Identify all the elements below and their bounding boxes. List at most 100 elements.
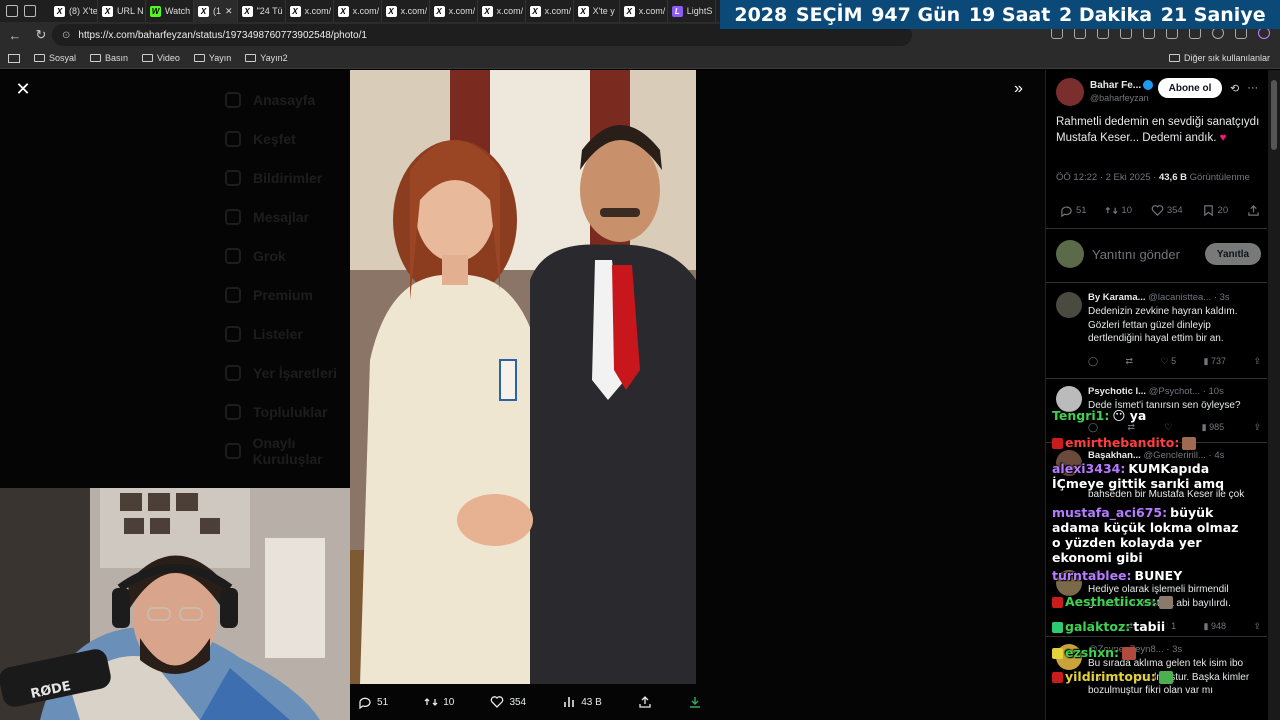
repost-icon[interactable]: ⇄ xyxy=(1127,422,1135,433)
browser-tab[interactable]: W Watch xyxy=(146,0,194,22)
chat-message: alexi3434: KUMKapıda İÇmeye gittik sarıki… xyxy=(1052,461,1250,491)
subscribe-button[interactable]: Abone ol xyxy=(1158,78,1222,98)
more-options-icon[interactable]: ··· xyxy=(1247,82,1258,95)
reply-submit-button[interactable]: Yanıtla xyxy=(1205,243,1261,265)
browser-tab[interactable]: Xx.com/ xyxy=(620,0,668,22)
author-handle[interactable]: @baharfeyzan xyxy=(1090,92,1153,104)
other-bookmarks[interactable]: Diğer sık kullanılanlar xyxy=(1168,53,1270,63)
browser-tab[interactable]: Xx.com/ xyxy=(430,0,478,22)
reply-icon[interactable]: ◯ xyxy=(1088,422,1098,433)
bookmark-folder[interactable]: Basın xyxy=(90,53,128,63)
bookmark-label: Video xyxy=(157,53,180,63)
tweet-timestamp[interactable]: ÖÖ 12:22 · 2 Eki 2025 · xyxy=(1056,172,1159,183)
workspaces-icon[interactable] xyxy=(6,5,18,17)
tweet-photo[interactable] xyxy=(350,70,696,684)
browser-tab[interactable]: Xx.com/ xyxy=(334,0,382,22)
tab-title: x.com/ xyxy=(638,6,666,16)
bookmark-folder[interactable]: Sosyal xyxy=(34,53,76,63)
photo-image xyxy=(350,70,696,684)
bookmark-folder[interactable]: Yayın xyxy=(193,53,231,63)
tweet-author[interactable]: Bahar Fe... @baharfeyzan xyxy=(1056,78,1154,106)
folder-icon xyxy=(142,54,154,62)
reply-icon xyxy=(1061,206,1072,217)
view-count: 43 B xyxy=(581,696,602,708)
like-button[interactable]: ♡ 5 xyxy=(1161,356,1177,367)
reply-actions: ◯ ⇄ ♡ ▮ 985 ⇪ xyxy=(1088,422,1261,433)
chat-username: Tengri1: xyxy=(1052,408,1110,423)
browser-tab[interactable]: Xx.com/ xyxy=(478,0,526,22)
folder-icon xyxy=(1168,54,1180,62)
bookmark-folder[interactable]: Yayın2 xyxy=(245,53,288,63)
browser-tab[interactable]: X (8) X'te xyxy=(50,0,98,22)
tab-title: URL N xyxy=(117,6,144,16)
repost-button[interactable]: 10 xyxy=(424,695,454,709)
chat-message: mustafa_aci675: büyük adama küçük lokma o… xyxy=(1052,505,1250,565)
like-button[interactable]: 354 xyxy=(1151,204,1183,217)
tab-title: (8) X'te xyxy=(69,6,98,16)
reply-icon[interactable]: ◯ xyxy=(1088,356,1098,367)
views-button[interactable]: ▮ 737 xyxy=(1204,356,1226,367)
panel-scrollbar[interactable] xyxy=(1268,70,1280,720)
heart-icon xyxy=(491,696,504,708)
download-button[interactable] xyxy=(688,695,702,709)
reply-header: Psychotic I... @Psychot... · 10s xyxy=(1088,386,1224,397)
x-logo-icon: X xyxy=(241,5,253,17)
close-icon[interactable]: ✕ xyxy=(14,80,32,98)
bookmark-label: Basın xyxy=(105,53,129,63)
other-bookmarks-label: Diğer sık kullanılanlar xyxy=(1183,53,1270,63)
repost-icon[interactable]: ⇄ xyxy=(1126,356,1134,367)
tab-actions xyxy=(0,5,50,17)
reply-button[interactable]: 51 xyxy=(358,695,388,709)
browser-tab-active[interactable]: X (1 ✕ xyxy=(194,0,238,22)
url-text: https://x.com/baharfeyzan/status/1973498… xyxy=(78,29,367,41)
browser-tab[interactable]: X X'te y xyxy=(574,0,620,22)
author-avatar[interactable] xyxy=(1056,78,1084,106)
tab-title: (1 xyxy=(213,6,222,16)
browser-tab[interactable]: X "24 Tü xyxy=(238,0,286,22)
heart-icon xyxy=(1151,205,1164,216)
tab-title: LightS xyxy=(686,6,713,16)
chat-username: mustafa_aci675: xyxy=(1052,505,1168,520)
folder-icon xyxy=(34,54,45,62)
browser-tab[interactable]: Xx.com/ xyxy=(526,0,574,22)
scrollbar-thumb[interactable] xyxy=(1271,80,1277,150)
browser-tab[interactable]: Xx.com/ xyxy=(286,0,334,22)
views-button[interactable]: ▮ 985 xyxy=(1202,422,1224,433)
election-countdown-banner: 2028 SEÇİM 947 Gün 19 Saat 2 Dakika 21 S… xyxy=(720,0,1280,29)
like-button[interactable]: ♡ xyxy=(1164,422,1172,433)
lightshot-icon: L xyxy=(671,5,683,17)
repost-button[interactable]: 10 xyxy=(1105,204,1132,217)
tab-actions-icon[interactable] xyxy=(24,5,36,17)
reply-button[interactable]: 51 xyxy=(1060,204,1087,217)
share-icon[interactable]: ⇪ xyxy=(1253,356,1261,367)
share-button[interactable] xyxy=(638,695,652,709)
nav-item: Onaylı Kuruluşlar xyxy=(225,431,365,470)
view-count: 43,6 B xyxy=(1158,172,1187,183)
tweet-top-actions: ⟲ ··· xyxy=(1230,82,1258,95)
grok-explain-icon[interactable]: ⟲ xyxy=(1230,82,1239,95)
browser-tab[interactable]: L LightS xyxy=(668,0,716,22)
tab-title: x.com/ xyxy=(448,6,476,16)
share-button[interactable] xyxy=(1247,204,1260,217)
reply-avatar[interactable] xyxy=(1056,292,1082,318)
back-arrow-icon[interactable]: ← xyxy=(8,28,22,43)
browser-tab[interactable]: Xx.com/ xyxy=(382,0,430,22)
reading-list-icon[interactable] xyxy=(8,53,20,63)
share-icon[interactable]: ⇪ xyxy=(1253,621,1261,632)
like-button[interactable]: 354 xyxy=(490,695,526,709)
author-name[interactable]: Bahar Fe... xyxy=(1090,80,1154,92)
bookmark-icon xyxy=(225,364,241,381)
collapse-panel-icon[interactable]: » xyxy=(1014,80,1023,98)
views-button[interactable]: 43 B xyxy=(562,695,602,709)
site-info-icon[interactable]: ⊙ xyxy=(62,30,70,41)
reply-input[interactable]: Yanıtını gönder xyxy=(1092,247,1197,262)
close-tab-icon[interactable]: ✕ xyxy=(225,6,233,17)
share-icon[interactable]: ⇪ xyxy=(1253,422,1261,433)
bookmark-button[interactable]: 20 xyxy=(1202,204,1228,217)
nav-item: Anasayfa xyxy=(225,80,365,119)
refresh-icon[interactable]: ↻ xyxy=(34,27,48,43)
browser-tab[interactable]: X URL N xyxy=(98,0,146,22)
webcam-image: RØDE xyxy=(0,488,350,720)
bookmark-folder[interactable]: Video xyxy=(142,53,180,63)
reply-item[interactable]: By Karama... @lacanisttea... · 3s Dedeni… xyxy=(1056,292,1261,372)
